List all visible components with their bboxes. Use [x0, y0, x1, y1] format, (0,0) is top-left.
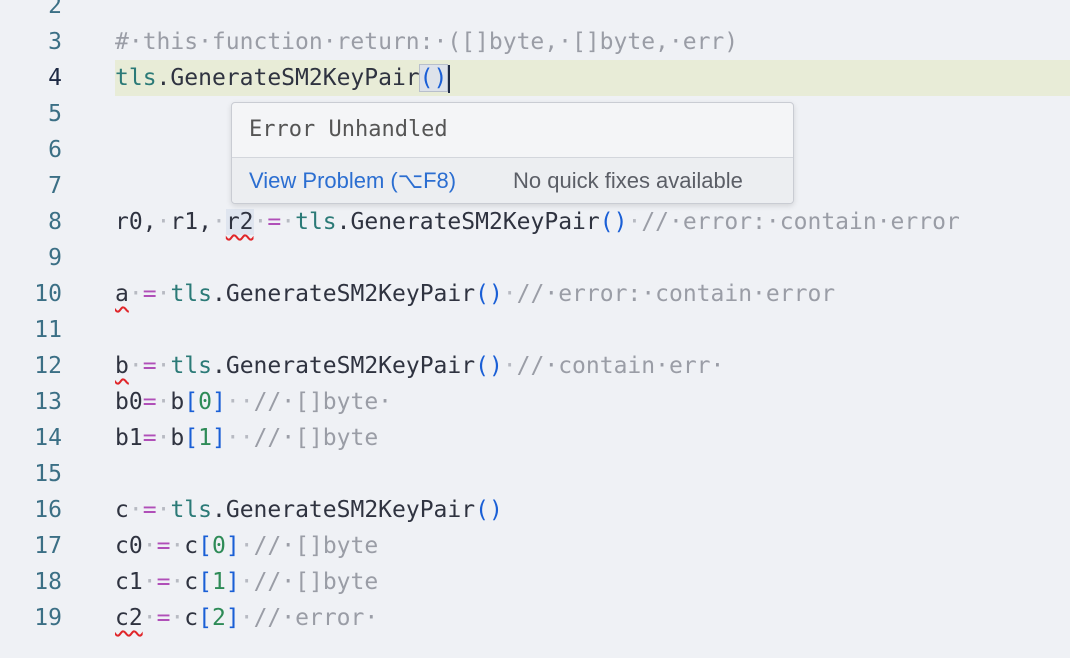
code-text: b0=·b[0]··//·[]byte·	[115, 389, 393, 415]
error-var-token: b	[115, 353, 129, 379]
line-number: 4	[48, 65, 62, 91]
function-token: GenerateSM2KeyPair	[225, 353, 476, 379]
code-text: a·=·tls.GenerateSM2KeyPair()·//·error:·c…	[115, 281, 836, 307]
code-comment: //·contain·err·	[516, 353, 725, 379]
editor-line[interactable]: 16 c·=·tls.GenerateSM2KeyPair()	[0, 492, 1070, 528]
line-number: 13	[34, 389, 62, 415]
var-token: c0	[115, 533, 143, 559]
error-hover-widget: Error Unhandled View Problem (⌥F8) No qu…	[231, 102, 794, 204]
code-comment: //·[]byte	[253, 425, 379, 451]
line-number: 15	[34, 461, 62, 487]
var-token: c	[184, 605, 199, 631]
code-text: b1=·b[1]··//·[]byte	[115, 425, 379, 451]
line-number: 10	[34, 281, 62, 307]
code-comment: //·[]byte	[253, 533, 379, 559]
index-token: 2	[212, 605, 226, 631]
code-comment: //·[]byte	[253, 569, 379, 595]
error-var-token: a	[115, 281, 129, 307]
editor-line[interactable]: 15	[0, 456, 1070, 492]
index-token: 0	[198, 389, 212, 415]
index-token: 1	[198, 425, 212, 451]
var-token: c	[184, 533, 199, 559]
index-token: 0	[212, 533, 226, 559]
function-token: GenerateSM2KeyPair	[170, 65, 420, 91]
code-text: c0·=·c[0]·//·[]byte	[115, 533, 379, 559]
var-token: b0	[115, 389, 143, 415]
index-token: 1	[212, 569, 226, 595]
line-number: 8	[48, 209, 62, 235]
editor-line[interactable]: 13 b0=·b[0]··//·[]byte·	[0, 384, 1070, 420]
paren-token: ()	[418, 64, 449, 92]
code-text: tls.GenerateSM2KeyPair()	[115, 60, 451, 96]
code-comment: //·[]byte·	[253, 389, 393, 415]
editor-line-active[interactable]: 4 tls.GenerateSM2KeyPair()	[0, 60, 1070, 96]
var-token: r1,	[170, 209, 212, 235]
line-number: 18	[34, 569, 62, 595]
line-number: 14	[34, 425, 62, 451]
line-number: 12	[34, 353, 62, 379]
editor-line[interactable]: 18 c1·=·c[1]·//·[]byte	[0, 564, 1070, 600]
no-quick-fixes-label: No quick fixes available	[513, 168, 743, 193]
code-text: r0,·r1,·r2·=·tls.GenerateSM2KeyPair()·//…	[115, 209, 960, 235]
namespace-token: tls	[170, 497, 212, 523]
var-token: r0,	[115, 209, 157, 235]
function-token: GenerateSM2KeyPair	[225, 497, 476, 523]
editor-line[interactable]: 9	[0, 240, 1070, 276]
code-text: b·=·tls.GenerateSM2KeyPair()·//·contain·…	[115, 353, 725, 379]
editor-line[interactable]: 19 c2·=·c[2]·//·error·	[0, 600, 1070, 636]
view-problem-link[interactable]: View Problem (⌥F8)	[249, 168, 456, 194]
code-comment: //·error:·contain·error	[641, 209, 960, 235]
line-number: 17	[34, 533, 62, 559]
line-number: 19	[34, 605, 62, 631]
code-text: c1·=·c[1]·//·[]byte	[115, 569, 379, 595]
editor-line[interactable]: 11	[0, 312, 1070, 348]
function-token: GenerateSM2KeyPair	[350, 209, 600, 235]
editor-line[interactable]: 8 r0,·r1,·r2·=·tls.GenerateSM2KeyPair()·…	[0, 204, 1070, 240]
error-var-token: r2	[225, 209, 254, 235]
hover-message: Error Unhandled	[249, 117, 448, 142]
editor-line[interactable]: 3 #·this·function·return:·([]byte,·[]byt…	[0, 24, 1070, 60]
var-token: c	[115, 497, 129, 523]
editor-line[interactable]: 17 c0·=·c[0]·//·[]byte	[0, 528, 1070, 564]
var-token: c1	[115, 569, 143, 595]
namespace-token: tls	[295, 209, 337, 235]
namespace-token: tls	[115, 65, 157, 91]
var-token: c	[184, 569, 199, 595]
line-number: 16	[34, 497, 62, 523]
line-number: 2	[48, 0, 62, 19]
code-text: c2·=·c[2]·//·error·	[115, 605, 379, 631]
var-token: b	[170, 425, 185, 451]
namespace-token: tls	[170, 281, 212, 307]
code-comment: //·error·	[253, 605, 379, 631]
code-comment: #·this·function·return:·([]byte,·[]byte,…	[115, 29, 739, 55]
editor-line[interactable]: 14 b1=·b[1]··//·[]byte	[0, 420, 1070, 456]
line-number: 6	[48, 137, 62, 163]
line-number: 11	[34, 317, 62, 343]
hover-status-bar: View Problem (⌥F8) No quick fixes availa…	[232, 158, 793, 203]
editor-line[interactable]: 12 b·=·tls.GenerateSM2KeyPair()·//·conta…	[0, 348, 1070, 384]
function-token: GenerateSM2KeyPair	[225, 281, 476, 307]
editor-line[interactable]: 2	[0, 0, 1070, 24]
namespace-token: tls	[170, 353, 212, 379]
line-number: 3	[48, 29, 62, 55]
line-number: 7	[48, 173, 62, 199]
var-token: b	[170, 389, 185, 415]
code-editor[interactable]: 2 3 #·this·function·return:·([]byte,·[]b…	[0, 0, 1070, 658]
code-text: c·=·tls.GenerateSM2KeyPair()	[115, 497, 503, 523]
code-comment: //·error:·contain·error	[516, 281, 836, 307]
text-cursor	[448, 64, 451, 93]
var-token: b1	[115, 425, 143, 451]
line-number: 5	[48, 101, 62, 127]
error-var-token: c2	[115, 605, 143, 631]
editor-line[interactable]: 10 a·=·tls.GenerateSM2KeyPair()·//·error…	[0, 276, 1070, 312]
line-number: 9	[48, 245, 62, 271]
